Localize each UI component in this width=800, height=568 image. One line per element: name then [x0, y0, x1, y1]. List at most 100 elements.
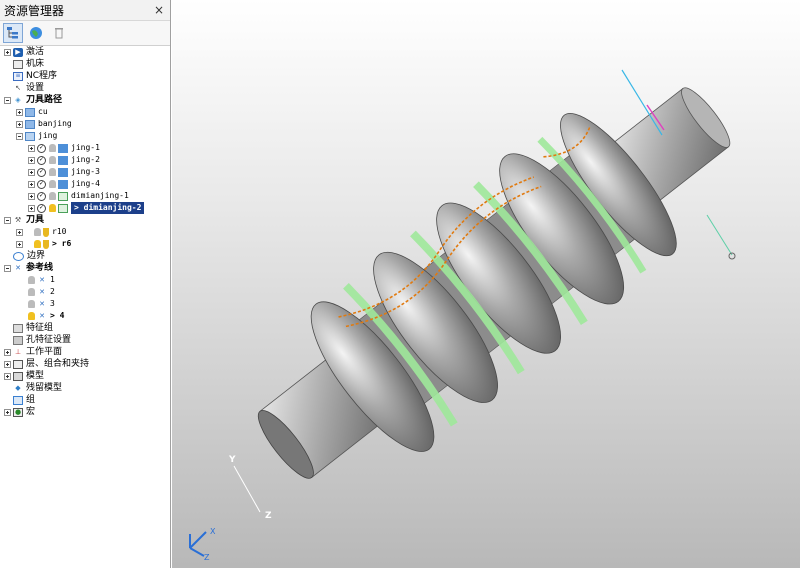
- tree-item-jing-3[interactable]: ✓ jing-3: [0, 166, 170, 178]
- tree-item-machine[interactable]: 机床: [0, 58, 170, 70]
- hole-feature-icon: [13, 335, 23, 345]
- explorer-header: 资源管理器 ×: [0, 0, 170, 21]
- lightbulb-icon: [34, 228, 41, 236]
- expand-icon[interactable]: [28, 180, 35, 188]
- lightbulb-icon: [49, 168, 56, 176]
- tree-item-folder-cu[interactable]: cu: [0, 106, 170, 118]
- expand-icon[interactable]: [16, 228, 23, 236]
- tree-item-jing-1[interactable]: ✓ jing-1: [0, 142, 170, 154]
- tree-item-folder-banjing[interactable]: banjing: [0, 118, 170, 130]
- lightbulb-icon: [49, 192, 56, 200]
- lightbulb-icon: [28, 276, 35, 284]
- graphics-viewport[interactable]: Y Z X Z: [172, 0, 800, 568]
- expand-icon[interactable]: [4, 408, 11, 416]
- tool-axis-endpoint: [728, 252, 736, 260]
- tree-item-model[interactable]: 模型: [0, 370, 170, 382]
- expand-icon[interactable]: [4, 348, 11, 356]
- tree-item-dimianjing-2[interactable]: ✓ > dimianjing-2: [0, 202, 170, 214]
- tree-item-hole-feature[interactable]: 孔特征设置: [0, 334, 170, 346]
- pattern-item-icon: ✕: [39, 311, 45, 320]
- collapse-icon[interactable]: [4, 216, 11, 224]
- tree-item-tool-r6[interactable]: > r6: [0, 238, 170, 250]
- tree-item-stock-model[interactable]: ◆ 残留模型: [0, 382, 170, 394]
- tree-item-toolpaths[interactable]: ◈ 刀具路径: [0, 94, 170, 106]
- expand-icon[interactable]: [16, 120, 23, 128]
- play-icon: ▶: [13, 47, 23, 57]
- check-icon: ✓: [37, 143, 46, 153]
- tree-item-pattern[interactable]: ✕ 参考线: [0, 262, 170, 274]
- trash-icon[interactable]: [49, 23, 69, 43]
- end-mill-icon: [43, 227, 49, 237]
- tree-item-pattern-3[interactable]: ✕ 3: [0, 298, 170, 310]
- pattern-item-icon: ✕: [39, 287, 45, 296]
- tree-item-jing-2[interactable]: ✓ jing-2: [0, 154, 170, 166]
- lightbulb-on-icon: [28, 312, 35, 320]
- tree-item-levels[interactable]: 层、组合和夹持: [0, 358, 170, 370]
- check-icon: ✓: [37, 203, 46, 213]
- tree-item-feature-group[interactable]: 特征组: [0, 322, 170, 334]
- toolpath-icon: ◈: [15, 95, 21, 104]
- expand-icon[interactable]: [16, 108, 23, 116]
- lightbulb-icon: [49, 144, 56, 152]
- collapse-icon[interactable]: [4, 96, 11, 104]
- close-icon[interactable]: ×: [154, 3, 164, 17]
- check-icon: ✓: [37, 167, 46, 177]
- expand-icon[interactable]: [28, 144, 35, 152]
- expand-icon[interactable]: [4, 372, 11, 380]
- workplane-axis-line: [233, 465, 261, 513]
- tree-item-pattern-1[interactable]: ✕ 1: [0, 274, 170, 286]
- model-view: Y Z X Z: [189, 69, 736, 562]
- tree-item-jing-4[interactable]: ✓ jing-4: [0, 178, 170, 190]
- workplane-axis-z: Z: [265, 511, 272, 521]
- workplane-axis-y: Y: [228, 455, 236, 465]
- tree-item-workplane[interactable]: ⊥ 工作平面: [0, 346, 170, 358]
- tree-item-tool-r10[interactable]: r10: [0, 226, 170, 238]
- pattern-icon: ✕: [15, 263, 21, 272]
- tree-item-nc-program[interactable]: ≡ NC程序: [0, 70, 170, 82]
- tree-item-group[interactable]: 组: [0, 394, 170, 406]
- collapse-icon[interactable]: [16, 132, 23, 140]
- triad-z-label: Z: [204, 553, 210, 562]
- expand-icon[interactable]: [4, 48, 11, 56]
- pattern-item-icon: ✕: [39, 299, 45, 308]
- lightbulb-icon: [49, 180, 56, 188]
- expand-icon[interactable]: [28, 192, 35, 200]
- lightbulb-on-icon: [34, 240, 41, 248]
- explorer-tree: ▶ 激活 机床 ≡ NC程序 ↖ 设置 ◈ 刀具路径 cu banjing ji…: [0, 46, 170, 568]
- tree-item-macro[interactable]: ● 宏: [0, 406, 170, 418]
- tree-item-activation[interactable]: ▶ 激活: [0, 46, 170, 58]
- toolpath-item-icon: [58, 155, 68, 165]
- lightbulb-icon: [28, 300, 35, 308]
- group-icon: [13, 395, 23, 405]
- check-icon: ✓: [37, 179, 46, 189]
- explorer-tree-icon[interactable]: [3, 23, 23, 43]
- expand-icon[interactable]: [28, 204, 35, 212]
- triad-x-label: X: [210, 527, 216, 536]
- collapse-icon[interactable]: [4, 264, 11, 272]
- tree-item-dimianjing-1[interactable]: ✓ dimianjing-1: [0, 190, 170, 202]
- macro-icon: ●: [13, 407, 23, 417]
- expand-icon[interactable]: [28, 168, 35, 176]
- check-icon: ✓: [37, 155, 46, 165]
- tree-item-boundary[interactable]: 边界: [0, 250, 170, 262]
- tree-item-pattern-2[interactable]: ✕ 2: [0, 286, 170, 298]
- tree-item-pattern-4[interactable]: ✕ > 4: [0, 310, 170, 322]
- check-icon: ✓: [37, 191, 46, 201]
- expand-icon[interactable]: [4, 360, 11, 368]
- expand-icon[interactable]: [16, 240, 23, 248]
- nc-program-icon: ≡: [13, 71, 23, 81]
- tree-item-settings[interactable]: ↖ 设置: [0, 82, 170, 94]
- expand-icon[interactable]: [28, 156, 35, 164]
- tree-item-folder-jing[interactable]: jing: [0, 130, 170, 142]
- workplane-icon: ⊥: [14, 347, 22, 356]
- tree-item-tools[interactable]: ⚒ 刀具: [0, 214, 170, 226]
- levels-icon: [13, 359, 23, 369]
- lightbulb-icon: [28, 288, 35, 296]
- explorer-title: 资源管理器: [4, 3, 65, 18]
- toolpath-item-icon: [58, 167, 68, 177]
- tool-axis-line: [706, 214, 733, 256]
- globe-icon[interactable]: [26, 23, 46, 43]
- pattern-item-icon: ✕: [39, 275, 45, 284]
- view-triad: X Z: [189, 527, 216, 562]
- lightbulb-icon: [49, 156, 56, 164]
